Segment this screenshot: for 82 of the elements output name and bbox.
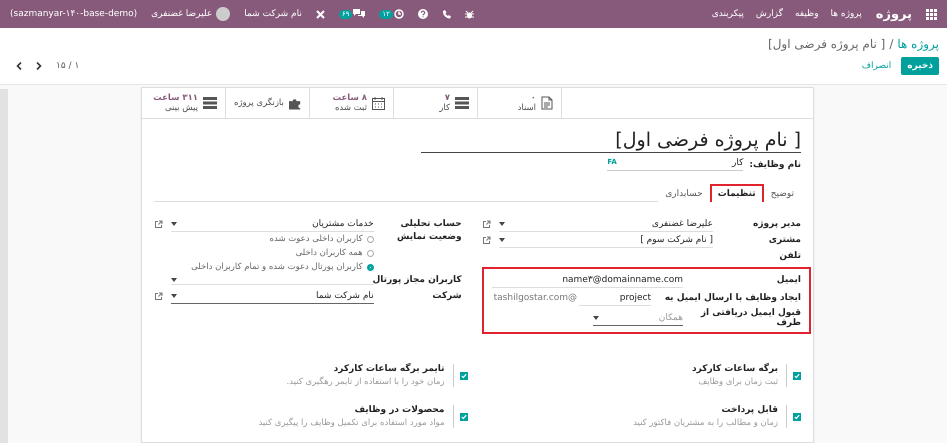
- stat-button[interactable]: بازنگری پروژه: [226, 88, 310, 118]
- field-label: حساب تحلیلی: [399, 219, 462, 229]
- field-label: قبول ایمیل دریافتی از طرف: [700, 308, 801, 328]
- calendar-icon: [372, 96, 385, 110]
- setting-title: تایمر برگه ساعات کارکرد: [332, 364, 444, 374]
- help-icon[interactable]: [418, 9, 428, 19]
- menu-item[interactable]: پیکربندی: [712, 9, 744, 19]
- checkbox[interactable]: [793, 413, 801, 421]
- dropdown-field[interactable]: علیرضا غضنفری: [498, 216, 713, 232]
- radio-icon[interactable]: [366, 264, 374, 270]
- dropdown-field[interactable]: [ نام شرکت سوم ]: [498, 232, 713, 248]
- caret-icon: [498, 238, 505, 242]
- external-link-icon[interactable]: [154, 292, 163, 300]
- stat-button[interactable]: ۳۱۱ ساعت پیش بینی: [142, 88, 226, 118]
- apps-grid-icon[interactable]: [926, 8, 937, 20]
- setting-description: زمان و مطالب را به مشتریان فاکتور کنید: [633, 418, 778, 428]
- radio-option[interactable]: کاربران پورتال دعوت شده و تمام کاربران داخلی: [191, 262, 374, 272]
- phone-icon[interactable]: [442, 10, 451, 18]
- field-label: نام وظایف:: [749, 160, 801, 170]
- radio-option[interactable]: همه کاربران داخلی: [191, 248, 374, 258]
- dropdown-field[interactable]: نام شرکت شما: [171, 288, 374, 304]
- setting-description: ثبت زمان برای وظایف: [697, 377, 778, 387]
- external-link-icon[interactable]: [482, 236, 491, 244]
- avatar-icon[interactable]: [216, 7, 230, 21]
- external-link-icon[interactable]: [482, 220, 491, 228]
- caret-icon: [171, 294, 177, 298]
- chevron-right-icon: [36, 62, 42, 70]
- chat-icon[interactable]: [353, 9, 366, 19]
- breadcrumb-current: [ نام پروژه فرضی اول]: [768, 37, 886, 51]
- menu-item[interactable]: وظیفه: [794, 9, 819, 19]
- radio-option[interactable]: کاربران داخلی دعوت شده: [191, 234, 374, 244]
- pager-value[interactable]: ۱ / ۱۵: [56, 61, 80, 71]
- puzzle-icon: [288, 96, 301, 110]
- checkbox[interactable]: [793, 372, 801, 380]
- field-label: ایجاد وظایف با ارسال ایمیل به: [664, 293, 801, 303]
- app-title[interactable]: پروژه: [876, 6, 912, 22]
- alias-domain: @tashilgostar.com: [492, 293, 578, 303]
- breadcrumb-separator: /: [889, 37, 894, 51]
- document-icon: [541, 96, 553, 110]
- caret-icon: [171, 222, 177, 226]
- database-name: (sazmanyar-۱۴۰-base-demo): [10, 9, 138, 19]
- tab[interactable]: تنظیمات: [710, 184, 764, 202]
- caret-icon: [498, 222, 505, 226]
- field-label: وضعیت نمایش: [396, 232, 462, 242]
- caret-icon: [171, 278, 177, 282]
- stat-button[interactable]: ۷ کار: [394, 88, 478, 118]
- stat-button[interactable]: ۰ اسناد: [478, 88, 562, 118]
- setting-title: محصولات در وظایف: [354, 405, 444, 415]
- stacked-bars-icon: [455, 97, 469, 109]
- checkbox[interactable]: [460, 413, 468, 421]
- setting-description: زمان خود را با استفاده از تایمر رهگیری کنید.: [286, 377, 444, 387]
- clock-icon[interactable]: [394, 9, 404, 19]
- radio-icon[interactable]: [366, 250, 374, 256]
- bug-icon[interactable]: [464, 10, 474, 18]
- setting-title: قابل پرداخت: [720, 405, 778, 415]
- field-label: مدیر پروژه: [752, 219, 801, 229]
- tags-field[interactable]: [171, 276, 374, 284]
- setting-description: مواد مورد استفاده برای تکمیل وظایف را پیگیری کنید: [258, 418, 444, 428]
- alias-field[interactable]: project: [579, 290, 651, 306]
- field-label: مشتری: [768, 235, 801, 245]
- field-label: شرکت: [431, 291, 462, 301]
- tab[interactable]: توضیح: [764, 185, 801, 202]
- user-menu[interactable]: علیرضا غضنفری: [151, 9, 212, 19]
- checkbox[interactable]: [460, 372, 468, 380]
- field-label: کاربران مجاز پورتال: [374, 275, 462, 285]
- project-title-field[interactable]: [ نام پروژه فرضی اول]: [421, 129, 801, 153]
- list-icon: [203, 97, 217, 109]
- company-switcher[interactable]: نام شرکت شما: [244, 9, 302, 19]
- radio-icon[interactable]: [366, 236, 374, 242]
- dropdown-field[interactable]: خدمات مشتریان: [171, 216, 374, 232]
- menu-item[interactable]: گزارش: [756, 9, 783, 19]
- setting-title: برگه ساعات کارکرد: [692, 364, 778, 374]
- external-link-icon[interactable]: [154, 220, 163, 228]
- next-button[interactable]: [36, 62, 42, 70]
- field-label: ایمیل: [776, 275, 801, 285]
- stat-button[interactable]: ۸ ساعت ثبت شده: [310, 88, 394, 118]
- caret-icon: [593, 316, 599, 320]
- menu-item[interactable]: پروژه ها: [830, 9, 862, 19]
- chevron-left-icon: [16, 62, 22, 70]
- field-label: تلفن: [778, 251, 801, 261]
- previous-button[interactable]: [16, 62, 22, 70]
- email-field[interactable]: name۳@domainname.com: [492, 272, 683, 288]
